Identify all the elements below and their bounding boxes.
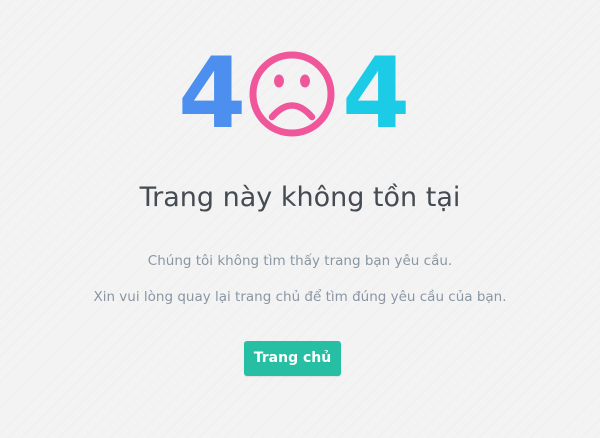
not-found-page: 4 4 Trang này không tồn tại Chúng tôi kh…: [0, 0, 600, 438]
error-digit-left: 4: [178, 37, 247, 151]
sad-face-icon: [249, 51, 335, 137]
error-digit-right: 4: [342, 37, 411, 151]
error-message-line-1: Chúng tôi không tìm thấy trang bạn yêu c…: [147, 253, 453, 269]
home-button[interactable]: Trang chủ: [244, 341, 341, 376]
error-message-line-2: Xin vui lòng quay lại trang chủ để tìm đ…: [93, 289, 507, 305]
error-code-404: 4 4: [0, 37, 600, 151]
page-title: Trang này không tồn tại: [139, 182, 461, 213]
